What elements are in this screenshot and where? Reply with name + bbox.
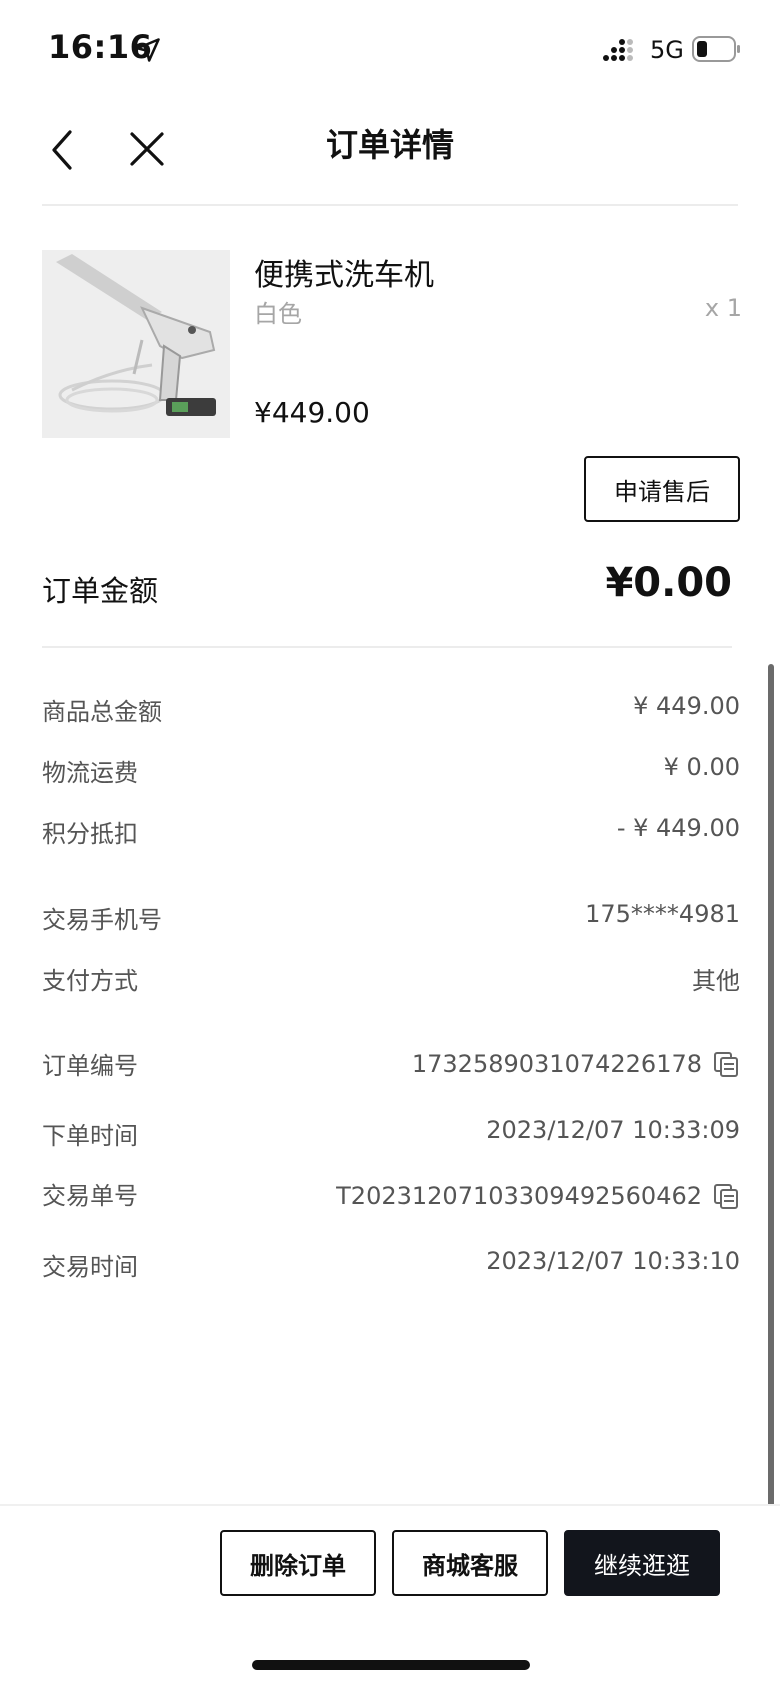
customer-service-button[interactable]: 商城客服 bbox=[392, 1530, 548, 1596]
detail-row-trade-no: 交易单号 T2023120710330949256​0462 bbox=[42, 1176, 740, 1216]
phone-value: 175****4981 bbox=[585, 900, 740, 928]
home-indicator[interactable] bbox=[252, 1660, 530, 1670]
detail-value: ¥ 449.00 bbox=[633, 692, 740, 720]
shipping-value: ¥ 0.00 bbox=[663, 753, 740, 781]
detail-row-shipping: 物流运费 ¥ 0.00 bbox=[42, 753, 740, 793]
detail-row-points: 积分抵扣 - ¥ 449.00 bbox=[42, 814, 740, 854]
order-amount-row: 订单金额 ¥0.00 bbox=[42, 560, 732, 630]
detail-value: 1732589031074226178 bbox=[412, 1050, 740, 1078]
detail-label: 下单时间 bbox=[42, 1122, 138, 1150]
car-washer-gun-icon bbox=[42, 250, 230, 438]
detail-value: - ¥ 449.00 bbox=[617, 814, 740, 842]
detail-value: T2023120710330949256​0462 bbox=[336, 1182, 740, 1210]
product-variant: 白色 bbox=[254, 300, 302, 328]
order-time-value: 2023/12/07 10:33:09 bbox=[486, 1116, 740, 1144]
detail-row-order-no: 订单编号 1732589031074226178 bbox=[42, 1046, 740, 1086]
location-arrow-icon bbox=[136, 38, 160, 62]
nav-bar: 订单详情 bbox=[42, 100, 738, 206]
detail-label: 商品总金额 bbox=[42, 698, 162, 726]
battery-icon bbox=[692, 36, 740, 62]
trade-no-value: T2023120710330949256​0462 bbox=[336, 1182, 702, 1210]
divider bbox=[42, 646, 732, 648]
copy-icon[interactable] bbox=[712, 1182, 740, 1210]
detail-label: 交易单号 bbox=[42, 1182, 138, 1210]
detail-label: 交易手机号 bbox=[42, 906, 162, 934]
detail-value: 其他 bbox=[692, 961, 740, 996]
trade-time-value: 2023/12/07 10:33:10 bbox=[486, 1247, 740, 1275]
product-price: ¥449.00 bbox=[254, 396, 370, 429]
detail-label: 订单编号 bbox=[42, 1052, 138, 1080]
detail-label: 支付方式 bbox=[42, 967, 138, 995]
detail-value: 2023/12/07 10:33:09 bbox=[486, 1116, 740, 1144]
product-name: 便携式洗车机 bbox=[254, 258, 434, 293]
detail-label: 物流运费 bbox=[42, 759, 138, 787]
scrollbar[interactable] bbox=[768, 664, 774, 1600]
detail-label: 交易时间 bbox=[42, 1253, 138, 1281]
after-sale-button[interactable]: 申请售后 bbox=[584, 456, 740, 522]
detail-row-goods-total: 商品总金额 ¥ 449.00 bbox=[42, 692, 740, 732]
detail-label: 积分抵扣 bbox=[42, 820, 138, 848]
detail-value: 175****4981 bbox=[585, 900, 740, 928]
product-image[interactable] bbox=[42, 250, 230, 438]
network-label: 5G bbox=[650, 36, 684, 64]
payment-method-value: 其他 bbox=[692, 967, 740, 995]
detail-row-phone: 交易手机号 175****4981 bbox=[42, 900, 740, 940]
detail-row-trade-time: 交易时间 2023/12/07 10:33:10 bbox=[42, 1247, 740, 1287]
goods-total-value: ¥ 449.00 bbox=[633, 692, 740, 720]
detail-row-payment: 支付方式 其他 bbox=[42, 961, 740, 1001]
points-deduction-value: - ¥ 449.00 bbox=[616, 814, 740, 842]
product-card[interactable]: 便携式洗车机 白色 x 1 ¥449.00 bbox=[42, 250, 742, 440]
order-no-value: 1732589031074226178 bbox=[411, 1050, 702, 1078]
delete-order-button[interactable]: 删除订单 bbox=[220, 1530, 376, 1596]
status-bar: 16:16 5G bbox=[0, 0, 780, 100]
detail-value: 2023/12/07 10:33:10 bbox=[486, 1247, 740, 1275]
product-quantity: x 1 bbox=[704, 294, 742, 322]
detail-row-order-time: 下单时间 2023/12/07 10:33:09 bbox=[42, 1116, 740, 1156]
order-amount-label: 订单金额 bbox=[42, 574, 159, 608]
order-amount-value: ¥0.00 bbox=[605, 560, 732, 606]
detail-value: ¥ 0.00 bbox=[664, 753, 740, 781]
page-title: 订单详情 bbox=[325, 126, 454, 164]
continue-shopping-button[interactable]: 继续逛逛 bbox=[564, 1530, 720, 1596]
signal-icon bbox=[603, 39, 633, 61]
copy-icon[interactable] bbox=[712, 1050, 740, 1078]
